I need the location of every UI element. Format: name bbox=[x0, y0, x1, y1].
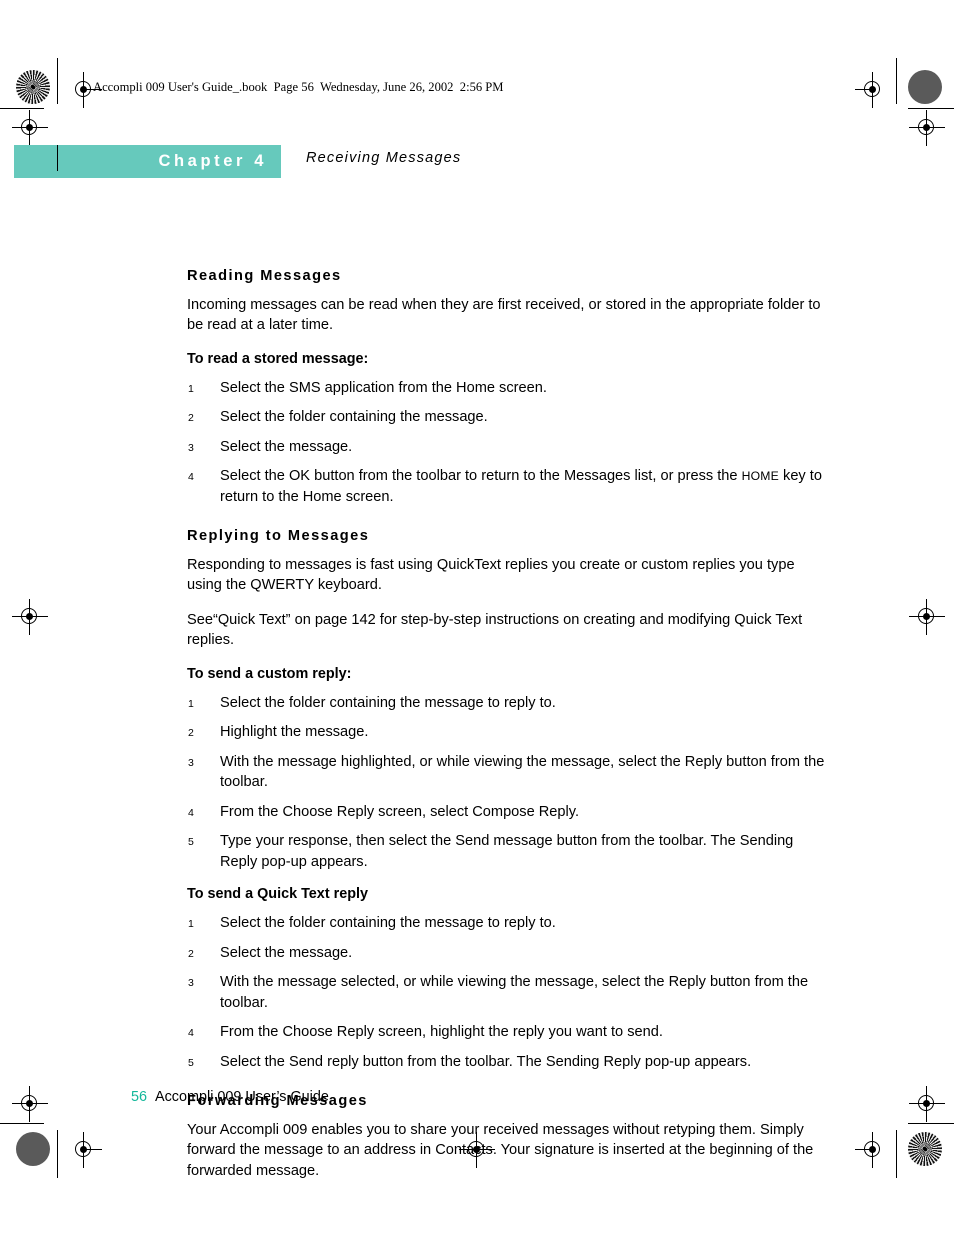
list-item: 3 With the message selected, or while vi… bbox=[187, 972, 827, 1013]
section-heading: Reading Messages bbox=[187, 268, 342, 284]
print-density-dot-bottom-left bbox=[16, 1132, 50, 1166]
list-item: 2 Select the folder containing the messa… bbox=[187, 407, 827, 428]
page-content: Reading Messages Incoming messages can b… bbox=[187, 268, 827, 1181]
section-intro-paragraph: Responding to messages is fast using Qui… bbox=[187, 556, 795, 594]
print-color-burst-top-left bbox=[16, 70, 50, 104]
step-text: Select the folder containing the message… bbox=[220, 915, 556, 931]
list-item: 5 Type your response, then select the Se… bbox=[187, 831, 827, 872]
trim-line-upper-right-horizontal bbox=[908, 108, 954, 110]
step-text: Select the folder containing the message… bbox=[220, 694, 556, 711]
trim-line-lower-left-horizontal bbox=[0, 1123, 44, 1125]
step-number: 3 bbox=[188, 756, 194, 769]
section-intro-paragraph: Your Accompli 009 enables you to share y… bbox=[187, 1121, 814, 1179]
step-text: Select the Send reply button from the to… bbox=[220, 1053, 752, 1070]
registration-mark-upper-left-corner bbox=[12, 110, 48, 146]
trim-line-upper-left-horizontal bbox=[0, 108, 44, 110]
registration-mark-mid-left bbox=[12, 599, 48, 635]
page-file-header: Accompli 009 User's Guide_.book Page 56 … bbox=[93, 80, 504, 94]
list-item: 1 Select the SMS application from the Ho… bbox=[187, 378, 827, 399]
step-text: Select the SMS application from the Home… bbox=[220, 379, 547, 396]
home-key-name: HOME bbox=[741, 469, 779, 483]
step-number: 4 bbox=[188, 1027, 194, 1039]
registration-mark-bottom-left-inner bbox=[66, 1132, 102, 1168]
step-text: Highlight the message. bbox=[220, 724, 369, 740]
procedure-subhead-quick-text: To send a Quick Text reply bbox=[187, 886, 368, 902]
step-text: Select the message. bbox=[220, 944, 353, 961]
registration-mark-upper-right-corner bbox=[909, 110, 945, 146]
trim-line-top-right-vertical bbox=[896, 58, 898, 104]
page-footer: 56 Accompli 009 User’s Guide bbox=[131, 1089, 329, 1105]
step-list: 1 Select the folder containing the messa… bbox=[187, 693, 827, 873]
step-text: Type your response, then select the Send… bbox=[220, 833, 794, 870]
section-cross-reference-paragraph: See“Quick Text” on page 142 for step-by-… bbox=[187, 611, 803, 649]
section-intro-paragraph: Incoming messages can be read when they … bbox=[187, 296, 821, 334]
section-replying-to-messages: Replying to Messages Responding to messa… bbox=[187, 528, 827, 1072]
chapter-bar: Chapter 4 bbox=[14, 145, 281, 178]
section-reading-messages: Reading Messages Incoming messages can b… bbox=[187, 268, 827, 507]
step-number: 4 bbox=[188, 806, 194, 819]
trim-line-bottom-right-vertical bbox=[896, 1130, 898, 1178]
step-number: 1 bbox=[188, 918, 194, 930]
list-item: 3 Select the message. bbox=[187, 437, 827, 458]
step-text-before: Select the OK button from the toolbar to… bbox=[220, 468, 742, 484]
registration-mark-lower-right-corner bbox=[909, 1086, 945, 1122]
step-list: 1 Select the SMS application from the Ho… bbox=[187, 378, 827, 508]
trim-line-top-left-vertical bbox=[57, 58, 59, 104]
step-text: With the message highlighted, or while v… bbox=[220, 753, 825, 791]
registration-mark-lower-left-corner bbox=[12, 1086, 48, 1122]
chapter-number-label: Chapter 4 bbox=[158, 152, 267, 170]
section-forwarding-messages: Forwarding Messages Your Accompli 009 en… bbox=[187, 1093, 827, 1181]
step-number: 2 bbox=[188, 727, 194, 739]
list-item: 4 Select the OK button from the toolbar … bbox=[187, 466, 827, 507]
procedure-subhead: To read a stored message: bbox=[187, 350, 369, 367]
step-number: 4 bbox=[188, 471, 194, 483]
footer-book-name: Accompli 009 User’s Guide bbox=[155, 1089, 329, 1105]
procedure-subhead: To send a custom reply: bbox=[187, 665, 352, 682]
registration-mark-bottom-right-inner bbox=[855, 1132, 891, 1168]
registration-mark-top-right-inner bbox=[855, 72, 891, 108]
step-number: 1 bbox=[188, 697, 194, 710]
list-item: 1 Select the folder containing the messa… bbox=[187, 693, 827, 714]
step-text: From the Choose Reply screen, select Com… bbox=[220, 803, 580, 820]
trim-line-lower-right-horizontal bbox=[908, 1123, 954, 1125]
step-number: 1 bbox=[188, 382, 194, 395]
list-item: 2 Highlight the message. bbox=[187, 722, 827, 743]
list-item: 4 From the Choose Reply screen, highligh… bbox=[187, 1022, 827, 1043]
step-number: 3 bbox=[188, 977, 194, 989]
step-text: From the Choose Reply screen, highlight … bbox=[220, 1024, 663, 1040]
registration-mark-mid-right bbox=[909, 599, 945, 635]
step-text: Select the message. bbox=[220, 438, 353, 455]
step-number: 5 bbox=[188, 836, 194, 848]
list-item: 5 Select the Send reply button from the … bbox=[187, 1052, 827, 1073]
trim-line-bottom-left-vertical bbox=[57, 1130, 59, 1178]
step-text: With the message selected, or while view… bbox=[220, 974, 809, 1011]
step-number: 3 bbox=[188, 441, 194, 454]
step-number: 2 bbox=[188, 947, 194, 960]
list-item: 4 From the Choose Reply screen, select C… bbox=[187, 802, 827, 823]
list-item: 2 Select the message. bbox=[187, 943, 827, 964]
list-item: 1 Select the folder containing the messa… bbox=[187, 913, 827, 934]
step-text: Select the folder containing the message… bbox=[220, 409, 488, 425]
list-item: 3 With the message highlighted, or while… bbox=[187, 752, 827, 793]
footer-page-number: 56 bbox=[131, 1089, 148, 1105]
step-list-quick-text: 1 Select the folder containing the messa… bbox=[187, 913, 827, 1072]
step-number: 5 bbox=[188, 1056, 194, 1069]
print-color-burst-bottom-right bbox=[908, 1132, 942, 1166]
section-heading: Replying to Messages bbox=[187, 528, 370, 544]
print-density-dot-top-right bbox=[908, 70, 942, 104]
chapter-title: Receiving Messages bbox=[306, 150, 462, 166]
step-number: 2 bbox=[188, 412, 194, 424]
